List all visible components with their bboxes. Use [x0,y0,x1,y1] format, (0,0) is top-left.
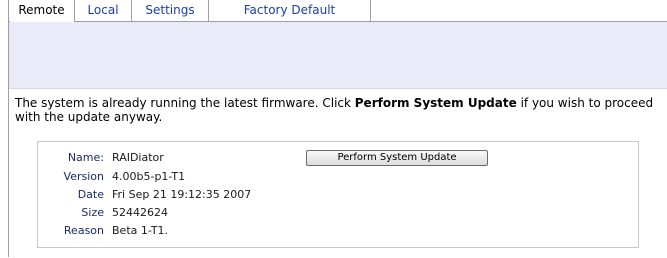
firmware-info-box: Name: RAIDiator Version 4.00b5-p1-T1 Dat… [37,141,639,248]
firmware-update-panel: Remote Local Settings Factory Default Th… [0,0,667,258]
version-label: Version [63,170,104,183]
name-label: Name: [67,151,104,164]
version-value: 4.00b5-p1-T1 [112,170,186,183]
tab-factory-default[interactable]: Factory Default [209,0,371,22]
size-label: Size [81,206,104,219]
perform-system-update-button[interactable]: Perform System Update [306,150,488,166]
message-text-before: The system is already running the latest… [15,96,355,110]
tab-bar: Remote Local Settings Factory Default [9,0,667,22]
message-emphasis: Perform System Update [354,96,517,110]
reason-value: Beta 1-T1. [112,224,169,237]
date-label: Date [77,188,104,201]
status-message: The system is already running the latest… [15,96,655,124]
tab-settings[interactable]: Settings [132,0,209,22]
header-band [9,22,667,88]
tab-remote[interactable]: Remote [9,0,75,22]
size-value: 52442624 [112,206,168,219]
reason-label: Reason [63,224,104,237]
date-value: Fri Sep 21 19:12:35 2007 [112,188,252,201]
tab-local[interactable]: Local [75,0,132,22]
window-left-edge [0,0,9,257]
name-value: RAIDiator [112,151,164,164]
